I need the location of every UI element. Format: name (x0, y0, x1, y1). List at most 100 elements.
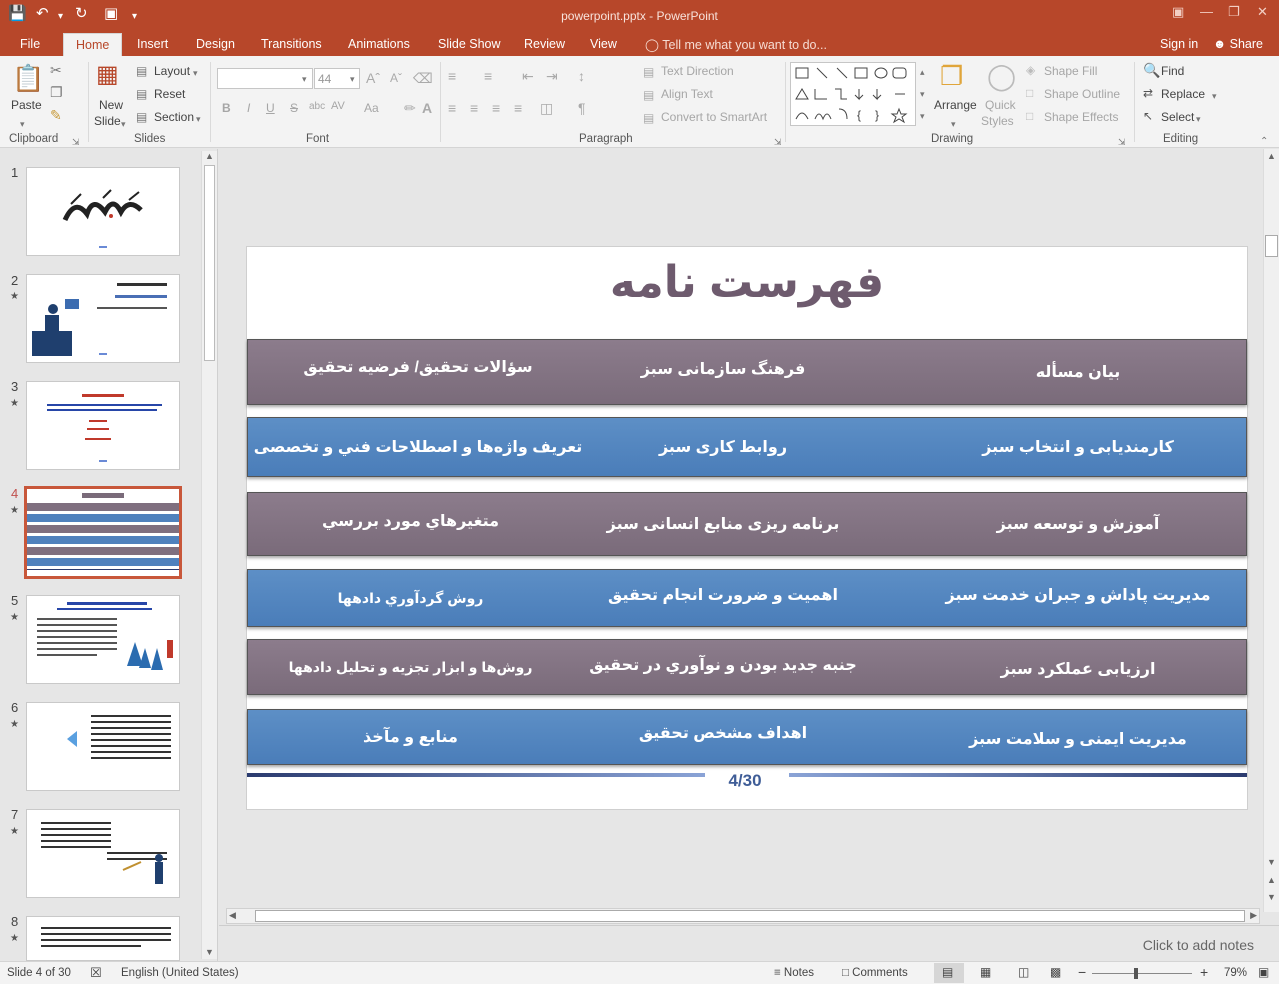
thumbnail-slide-8[interactable] (26, 916, 180, 961)
text-rtl-icon[interactable]: ¶ (578, 100, 586, 116)
new-slide-icon[interactable]: ▦ (96, 62, 119, 88)
row-cell[interactable]: سؤالات تحقیق/ فرضیه تحقیق (268, 335, 568, 399)
align-text-button[interactable]: Align Text (661, 87, 713, 101)
font-size-dropdown-icon[interactable]: ▾ (350, 71, 355, 87)
thumbnail-slide-2[interactable] (26, 274, 180, 363)
row-cell[interactable]: جنبه جدید بودن و نوآوري در تحقیق (583, 638, 863, 692)
thumbnail-slide-7[interactable] (26, 809, 180, 898)
copy-icon[interactable]: ❐ (50, 84, 63, 100)
reset-button[interactable]: Reset (154, 87, 185, 101)
scroll-down-icon[interactable]: ▼ (205, 947, 214, 957)
quick-styles-label-2[interactable]: Styles (981, 114, 1014, 128)
row-cell[interactable]: روابط کاری سبز (583, 418, 863, 476)
comments-toggle[interactable]: □ Comments (842, 967, 908, 979)
line-spacing-icon[interactable]: ↕ (578, 68, 585, 84)
row-cell[interactable]: ارزیابی عملکرد سبز (938, 642, 1218, 696)
row-cell[interactable]: بیان مسأله (938, 340, 1218, 404)
decrease-indent-icon[interactable]: ⇤ (522, 68, 534, 84)
row-cell[interactable]: روش گردآوري دادهها (268, 570, 553, 626)
slide-canvas[interactable]: فهرست نامه بیان مسأله فرهنگ سازمانی سبز … (246, 246, 1248, 810)
row-cell[interactable]: مدیریت ایمنی و سلامت سبز (938, 712, 1218, 766)
row-cell[interactable]: کارمندیابی و انتخاب سبز (938, 418, 1218, 476)
table-row[interactable]: ارزیابی عملکرد سبز جنبه جدید بودن و نوآو… (247, 639, 1247, 695)
bullets-icon[interactable]: ≡ (448, 68, 456, 84)
paste-icon[interactable]: 📋 (12, 64, 44, 92)
replace-button[interactable]: Replace (1161, 87, 1205, 101)
previous-slide-icon[interactable]: ▲ (1267, 875, 1276, 885)
slide-page-number[interactable]: 4/30 (705, 771, 785, 791)
underline-button[interactable]: U (266, 101, 275, 115)
reading-view-icon[interactable]: ◫ (1018, 965, 1029, 979)
tab-review[interactable]: Review (524, 37, 565, 51)
shape-fill-button[interactable]: Shape Fill (1044, 64, 1097, 78)
thumbnail-slide-4[interactable] (24, 486, 182, 579)
table-row[interactable]: بیان مسأله فرهنگ سازمانی سبز سؤالات تحقی… (247, 339, 1247, 405)
arrange-icon[interactable]: ❐ (940, 62, 963, 90)
quick-styles-label-1[interactable]: Quick (985, 98, 1016, 112)
increase-indent-icon[interactable]: ⇥ (546, 68, 558, 84)
cut-icon[interactable]: ✂ (50, 62, 62, 78)
spell-check-icon[interactable]: ☒ (90, 965, 102, 981)
text-direction-button[interactable]: Text Direction (661, 64, 734, 78)
notes-toggle[interactable]: ≡ Notes (774, 967, 814, 979)
row-cell[interactable]: برنامه ریزی منابع انسانی سبز (583, 493, 863, 555)
paste-button[interactable]: Paste (11, 98, 42, 112)
drawing-launcher-icon[interactable]: ⇲ (1118, 134, 1126, 150)
row-cell[interactable]: اهداف مشخص تحقیق (583, 706, 863, 760)
quick-styles-icon[interactable]: ◯ (987, 62, 1016, 90)
thumbnail-slide-6[interactable] (26, 702, 180, 791)
layout-dropdown-icon[interactable]: ▾ (193, 65, 198, 81)
tab-file[interactable]: File (20, 37, 40, 51)
row-cell[interactable]: منابع و مآخذ (268, 710, 553, 764)
row-cell[interactable]: تعریف واژه‌ها و اصطلاحات فني و تخصصی (254, 418, 583, 476)
normal-view-button[interactable]: ▤ (934, 963, 964, 983)
tell-me-input[interactable]: ◯ Tell me what you want to do... (645, 37, 827, 52)
row-cell[interactable]: اهمیت و ضرورت انجام تحقیق (583, 567, 863, 623)
layout-button[interactable]: Layout (154, 64, 190, 78)
scroll-up-icon[interactable]: ▲ (205, 151, 214, 161)
justify-icon[interactable]: ≡ (514, 100, 522, 116)
replace-dropdown-icon[interactable]: ▾ (1212, 88, 1217, 104)
arrange-button[interactable]: Arrange (934, 98, 977, 112)
zoom-slider-track[interactable] (1092, 973, 1192, 974)
scroll-down-icon[interactable]: ▼ (1267, 857, 1276, 867)
clear-formatting-icon[interactable]: ⌫ (413, 70, 433, 86)
row-cell[interactable]: متغیرهاي مورد بررسي (268, 490, 553, 552)
numbering-icon[interactable]: ≡ (484, 68, 492, 84)
slide-title[interactable]: فهرست نامه (247, 257, 1247, 308)
select-dropdown-icon[interactable]: ▾ (1196, 111, 1201, 127)
row-cell[interactable]: آموزش و توسعه سبز (938, 493, 1218, 555)
notes-pane[interactable]: Click to add notes (219, 925, 1279, 961)
sign-in-link[interactable]: Sign in (1160, 37, 1198, 51)
shape-effects-button[interactable]: Shape Effects (1044, 110, 1119, 124)
table-row[interactable]: مدیریت ایمنی و سلامت سبز اهداف مشخص تحقی… (247, 709, 1247, 765)
bold-button[interactable]: B (222, 101, 231, 115)
close-icon[interactable]: ✕ (1257, 4, 1268, 20)
section-button[interactable]: Section (154, 110, 194, 124)
paste-dropdown-icon[interactable]: ▾ (20, 116, 25, 132)
slide-sorter-icon[interactable]: ▦ (980, 965, 991, 979)
font-color-icon[interactable]: A (422, 100, 432, 116)
change-case-button[interactable]: Aa (364, 101, 379, 115)
zoom-out-icon[interactable]: − (1078, 964, 1086, 980)
tab-animations[interactable]: Animations (348, 37, 410, 51)
align-left-icon[interactable]: ≡ (448, 100, 456, 116)
align-right-icon[interactable]: ≡ (492, 100, 500, 116)
fit-to-window-icon[interactable]: ▣ (1258, 965, 1269, 979)
shapes-gallery[interactable]: {} (790, 62, 916, 126)
shape-outline-button[interactable]: Shape Outline (1044, 87, 1120, 101)
scroll-left-icon[interactable]: ◀ (229, 910, 236, 921)
slide-vertical-scrollbar[interactable]: ▲ ▼ ▲ ▼ (1263, 149, 1279, 912)
new-slide-dropdown-icon[interactable]: ▾ (121, 116, 126, 132)
table-row[interactable]: آموزش و توسعه سبز برنامه ریزی منابع انسا… (247, 492, 1247, 556)
shapes-scroll-down-icon[interactable]: ▾ (920, 86, 925, 102)
shapes-more-icon[interactable]: ▾ (920, 108, 925, 124)
zoom-in-icon[interactable]: + (1200, 964, 1208, 980)
language-status[interactable]: English (United States) (121, 967, 239, 979)
zoom-level[interactable]: 79% (1224, 967, 1247, 979)
slide-show-icon[interactable]: ▩ (1050, 965, 1061, 979)
convert-smartart-button[interactable]: Convert to SmartArt (661, 110, 767, 124)
thumbnail-scrollbar[interactable]: ▲ ▼ (201, 151, 217, 959)
next-slide-icon[interactable]: ▼ (1267, 892, 1276, 902)
collapse-ribbon-icon[interactable]: ⌃ (1260, 134, 1268, 150)
